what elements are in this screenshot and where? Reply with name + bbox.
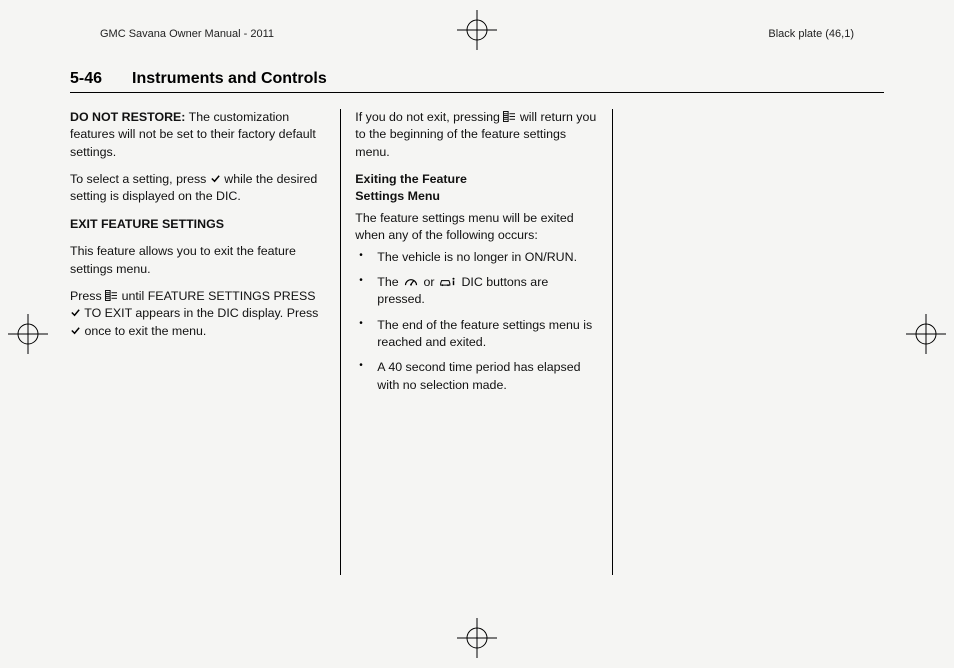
- content-columns: DO NOT RESTORE: The customization featur…: [70, 109, 884, 575]
- top-bar: GMC Savana Owner Manual - 2011 Black pla…: [70, 28, 884, 40]
- text: To select a setting, press: [70, 172, 210, 186]
- exit-feature-steps: Press until FEATURE SETTINGS PRESS TO EX…: [70, 288, 326, 340]
- checkmark-icon: [70, 324, 81, 335]
- page: GMC Savana Owner Manual - 2011 Black pla…: [0, 0, 954, 615]
- checkmark-icon: [70, 306, 81, 317]
- page-header: 5-46 Instruments and Controls: [70, 70, 884, 93]
- list-item: The end of the feature settings menu is …: [355, 317, 597, 352]
- not-exit-para: If you do not exit, pressing will return…: [355, 109, 597, 161]
- exit-feature-desc: This feature allows you to exit the feat…: [70, 243, 326, 278]
- customize-icon: [503, 110, 516, 121]
- text: once to exit the menu.: [81, 324, 206, 338]
- vehicle-info-icon: [438, 275, 458, 286]
- section-title: Instruments and Controls: [132, 70, 327, 88]
- exiting-menu-intro: The feature settings menu will be exited…: [355, 210, 597, 245]
- column-1: DO NOT RESTORE: The customization featur…: [70, 109, 341, 575]
- exiting-menu-heading: Exiting the Feature Settings Menu: [355, 171, 597, 206]
- text: If you do not exit, pressing: [355, 110, 503, 124]
- column-3: [613, 109, 884, 575]
- text: TO EXIT appears in the DIC display. Pres…: [81, 306, 318, 320]
- select-setting-para: To select a setting, press while the des…: [70, 171, 326, 206]
- text: or: [420, 275, 438, 289]
- exit-conditions-list: The vehicle is no longer in ON/RUN. The …: [355, 249, 597, 395]
- trip-odometer-icon: [402, 275, 420, 286]
- text: Press: [70, 289, 105, 303]
- reg-mark-bottom-icon: [457, 618, 497, 658]
- list-item: The vehicle is no longer in ON/RUN.: [355, 249, 597, 266]
- manual-title: GMC Savana Owner Manual - 2011: [100, 28, 274, 40]
- text: Exiting the Feature: [355, 171, 597, 188]
- exit-feature-settings-heading: EXIT FEATURE SETTINGS: [70, 216, 326, 233]
- page-number: 5-46: [70, 70, 102, 88]
- do-not-restore-para: DO NOT RESTORE: The customization featur…: [70, 109, 326, 161]
- customize-icon: [105, 289, 118, 300]
- list-item: A 40 second time period has elapsed with…: [355, 359, 597, 394]
- checkmark-icon: [210, 172, 221, 183]
- column-2: If you do not exit, pressing will return…: [341, 109, 612, 575]
- list-item: The or DIC buttons are pressed.: [355, 274, 597, 309]
- text: until FEATURE SETTINGS PRESS: [118, 289, 315, 303]
- text: The: [377, 275, 402, 289]
- text: Settings Menu: [355, 188, 597, 205]
- do-not-restore-label: DO NOT RESTORE:: [70, 110, 185, 124]
- plate-label: Black plate (46,1): [768, 28, 854, 40]
